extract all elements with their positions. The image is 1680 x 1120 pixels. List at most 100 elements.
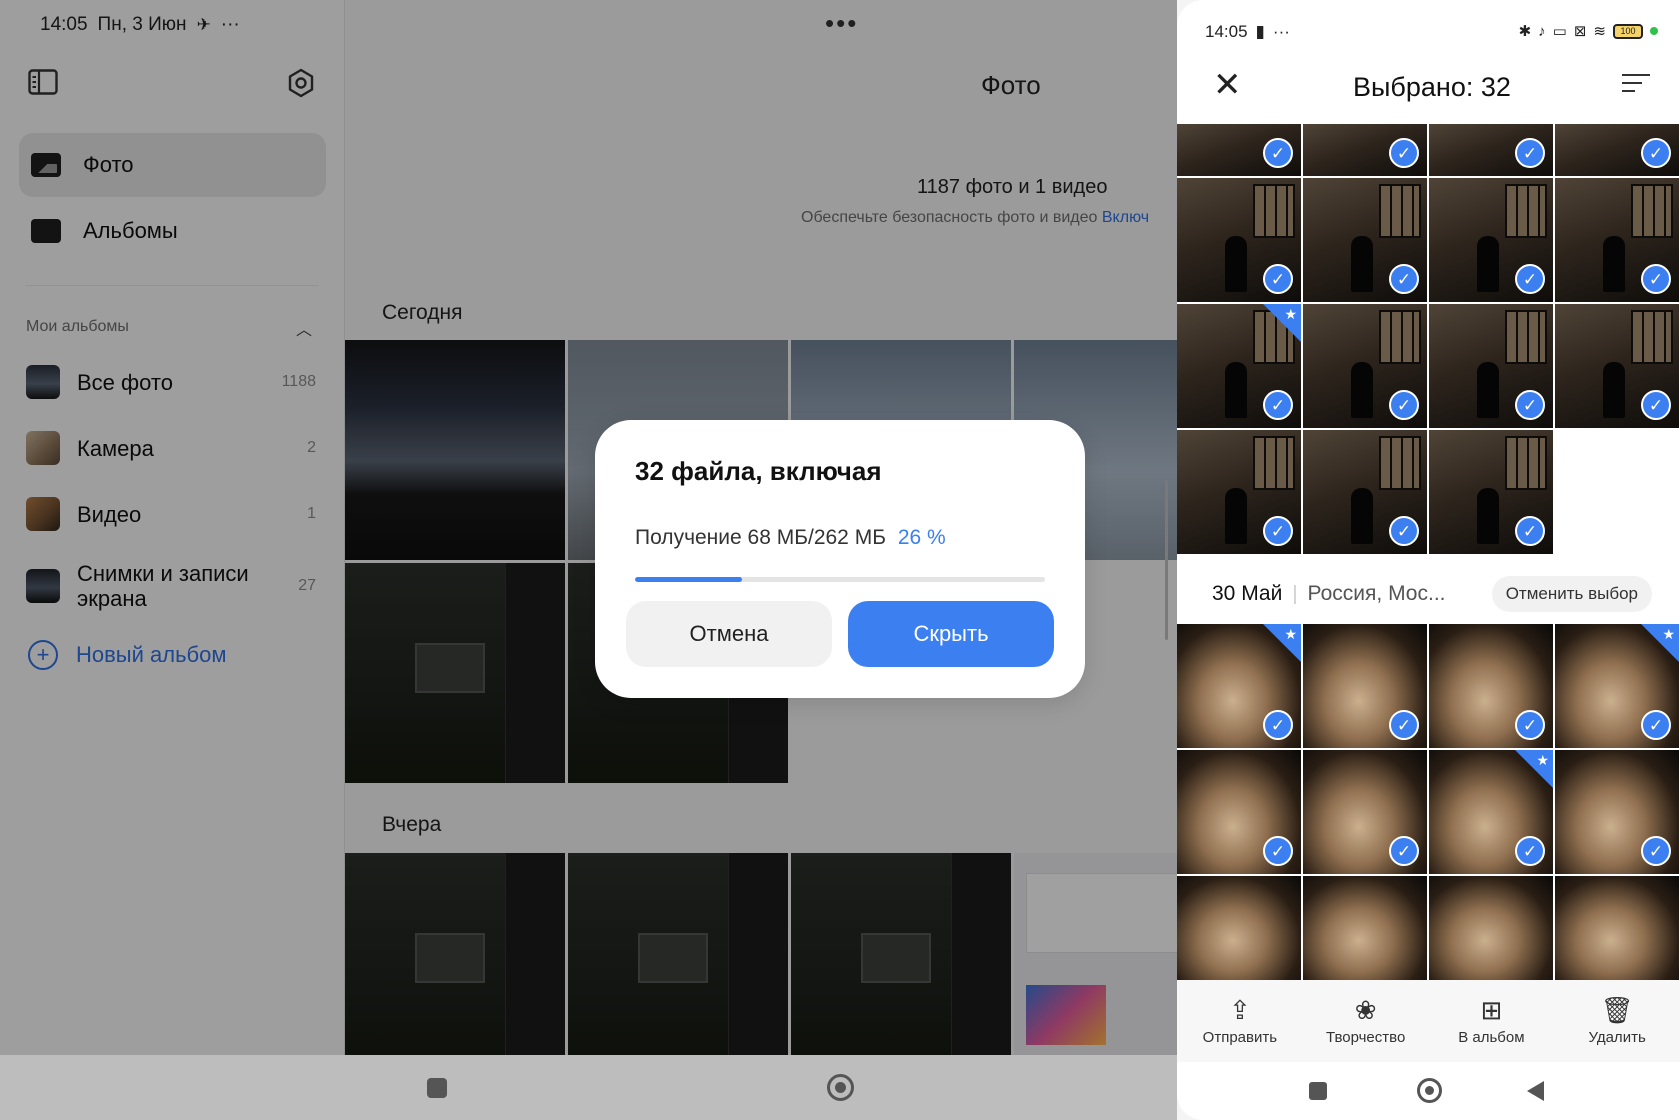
cancel-button[interactable]: Отмена xyxy=(626,601,832,667)
share-label: Отправить xyxy=(1202,1028,1278,1046)
checkmark-icon[interactable]: ✓ xyxy=(1641,390,1671,420)
photo-thumbnail[interactable]: ✓ xyxy=(1303,624,1427,748)
photo-grid-row: ✓ ✓ ✓ xyxy=(1177,430,1553,554)
date-separator: | xyxy=(1292,582,1298,605)
dialog-title: 32 файла, включая xyxy=(635,456,882,486)
home-icon[interactable] xyxy=(1417,1078,1442,1103)
checkmark-icon[interactable]: ✓ xyxy=(1515,390,1545,420)
photo-thumbnail[interactable] xyxy=(1303,876,1427,980)
photo-thumbnail[interactable]: ✓ xyxy=(1303,304,1427,428)
photo-thumbnail[interactable] xyxy=(1555,876,1679,980)
notification-icon: ▮ xyxy=(1255,22,1265,41)
photo-thumbnail[interactable]: ★ ✓ xyxy=(1555,624,1679,748)
selection-title: Выбрано: 32 xyxy=(1353,72,1511,102)
battery-icon: 100 xyxy=(1613,23,1643,39)
photo-thumbnail[interactable]: ✓ xyxy=(1177,124,1301,176)
phone-gallery-panel: 14:05 ▮ ··· ✱ ♪ ▭ ⊠ ≋ 100 ✕ Выбрано: 32 … xyxy=(1177,0,1680,1120)
add-to-album-button[interactable]: ⊞ В альбом xyxy=(1429,980,1555,1062)
battery-level: 100 xyxy=(1620,26,1636,36)
star-icon: ★ xyxy=(1284,626,1297,642)
recents-icon[interactable] xyxy=(1309,1082,1327,1100)
photo-thumbnail[interactable]: ✓ xyxy=(1555,178,1679,302)
bluetooth-icon: ✱ xyxy=(1518,23,1532,40)
delete-button[interactable]: 🗑 Удалить xyxy=(1554,980,1680,1062)
photo-grid-row: ✓ ✓ ★ ✓ ✓ xyxy=(1177,750,1679,874)
photo-thumbnail[interactable]: ✓ xyxy=(1177,178,1301,302)
photo-thumbnail[interactable]: ✓ xyxy=(1555,750,1679,874)
checkmark-icon[interactable]: ✓ xyxy=(1263,836,1293,866)
transfer-status: Получение 68 МБ/262 МБ 26 % xyxy=(635,526,946,550)
checkmark-icon[interactable]: ✓ xyxy=(1263,390,1293,420)
date-label: 30 Май xyxy=(1212,582,1283,605)
checkmark-icon[interactable]: ✓ xyxy=(1389,138,1419,168)
photo-thumbnail[interactable]: ✓ xyxy=(1177,750,1301,874)
photo-grid-row: ✓ ✓ ✓ ✓ xyxy=(1177,124,1679,176)
star-icon: ★ xyxy=(1662,626,1675,642)
photo-thumbnail[interactable]: ★ ✓ xyxy=(1429,750,1553,874)
checkmark-icon[interactable]: ✓ xyxy=(1641,264,1671,294)
checkmark-icon[interactable]: ✓ xyxy=(1641,138,1671,168)
checkmark-icon[interactable]: ✓ xyxy=(1515,710,1545,740)
photo-grid-row: ✓ ✓ ✓ ✓ xyxy=(1177,178,1679,302)
photo-thumbnail[interactable]: ✓ xyxy=(1555,124,1679,176)
phone-status-icons: ✱ ♪ ▭ ⊠ ≋ 100 xyxy=(1519,22,1658,40)
add-to-album-icon: ⊞ xyxy=(1480,994,1503,1025)
photo-thumbnail[interactable] xyxy=(1177,876,1301,980)
back-icon[interactable] xyxy=(1527,1081,1544,1101)
selection-action-bar: ⇪ Отправить ❀ Творчество ⊞ В альбом 🗑 Уд… xyxy=(1177,980,1680,1062)
checkmark-icon[interactable]: ✓ xyxy=(1389,516,1419,546)
checkmark-icon[interactable]: ✓ xyxy=(1389,264,1419,294)
photo-thumbnail[interactable]: ✓ xyxy=(1429,124,1553,176)
select-all-icon[interactable] xyxy=(1622,74,1650,98)
sim-icon: ⊠ xyxy=(1573,23,1587,40)
photo-grid-row: ★ ✓ ✓ ✓ ✓ xyxy=(1177,304,1679,428)
photo-thumbnail[interactable]: ✓ xyxy=(1303,124,1427,176)
checkmark-icon[interactable]: ✓ xyxy=(1263,710,1293,740)
progress-bar-fill xyxy=(635,577,742,582)
recents-icon[interactable] xyxy=(427,1078,447,1098)
location-label: Россия, Мос... xyxy=(1307,582,1446,605)
checkmark-icon[interactable]: ✓ xyxy=(1515,836,1545,866)
checkmark-icon[interactable]: ✓ xyxy=(1263,264,1293,294)
trash-icon: 🗑 xyxy=(1600,994,1634,1025)
photo-thumbnail[interactable]: ✓ xyxy=(1177,430,1301,554)
photo-grid-row: ★ ✓ ✓ ✓ ★ ✓ xyxy=(1177,624,1679,748)
star-icon: ★ xyxy=(1284,306,1297,322)
checkmark-icon[interactable]: ✓ xyxy=(1515,264,1545,294)
photo-thumbnail[interactable]: ✓ xyxy=(1303,750,1427,874)
photo-grid-row xyxy=(1177,876,1679,980)
checkmark-icon[interactable]: ✓ xyxy=(1263,516,1293,546)
checkmark-icon[interactable]: ✓ xyxy=(1515,516,1545,546)
checkmark-icon[interactable]: ✓ xyxy=(1389,710,1419,740)
photo-thumbnail[interactable]: ✓ xyxy=(1303,430,1427,554)
checkmark-icon[interactable]: ✓ xyxy=(1515,138,1545,168)
checkmark-icon[interactable]: ✓ xyxy=(1389,390,1419,420)
hide-button[interactable]: Скрыть xyxy=(848,601,1054,667)
mute-icon: ♪ xyxy=(1538,22,1546,40)
checkmark-icon[interactable]: ✓ xyxy=(1641,836,1671,866)
phone-status-more: ··· xyxy=(1272,22,1290,41)
deselect-button[interactable]: Отменить выбор xyxy=(1491,576,1652,612)
photo-thumbnail[interactable]: ✓ xyxy=(1429,430,1553,554)
photo-thumbnail[interactable]: ✓ xyxy=(1429,624,1553,748)
photo-thumbnail[interactable]: ✓ xyxy=(1555,304,1679,428)
photo-thumbnail[interactable]: ★ ✓ xyxy=(1177,624,1301,748)
creative-button[interactable]: ❀ Творчество xyxy=(1303,980,1429,1062)
close-icon[interactable]: ✕ xyxy=(1213,68,1242,102)
photo-thumbnail[interactable]: ✓ xyxy=(1429,178,1553,302)
transfer-percent: 26 % xyxy=(897,526,946,549)
photo-thumbnail[interactable] xyxy=(1429,876,1553,980)
checkmark-icon[interactable]: ✓ xyxy=(1641,710,1671,740)
checkmark-icon[interactable]: ✓ xyxy=(1263,138,1293,168)
home-icon[interactable] xyxy=(827,1074,854,1101)
checkmark-icon[interactable]: ✓ xyxy=(1389,836,1419,866)
progress-bar xyxy=(635,577,1045,582)
phone-nav-bar xyxy=(1177,1062,1680,1120)
photo-thumbnail[interactable]: ★ ✓ xyxy=(1177,304,1301,428)
privacy-indicator-icon xyxy=(1650,27,1658,35)
share-button[interactable]: ⇪ Отправить xyxy=(1177,980,1303,1062)
photo-thumbnail[interactable]: ✓ xyxy=(1303,178,1427,302)
delete-label: Удалить xyxy=(1588,1028,1646,1046)
photo-thumbnail[interactable]: ✓ xyxy=(1429,304,1553,428)
transfer-dialog: 32 файла, включая Получение 68 МБ/262 МБ… xyxy=(595,420,1085,698)
